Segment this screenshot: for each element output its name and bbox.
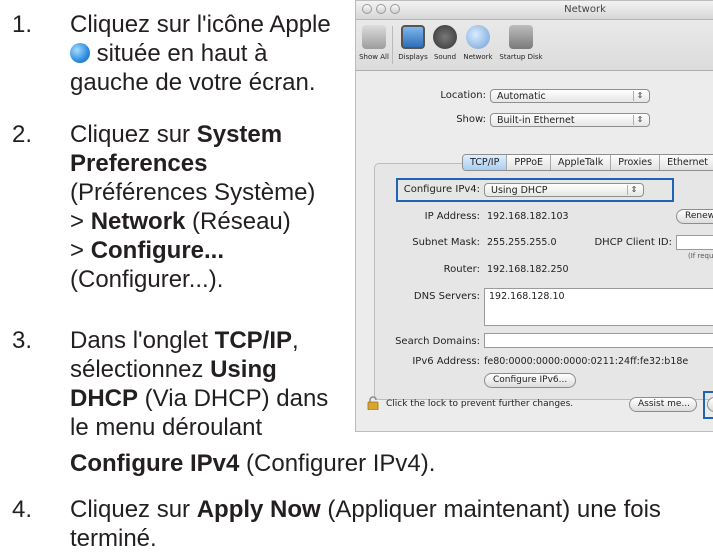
step-3-continued: Configure IPv4 (Configurer IPv4). bbox=[70, 449, 435, 478]
window-title: Network bbox=[564, 4, 606, 15]
step-text: Cliquez sur l'icône Apple bbox=[70, 11, 331, 38]
tab-bar: TCP/IP PPPoE AppleTalk Proxies Ethernet bbox=[462, 154, 713, 171]
step-text: (Préférences Système) bbox=[70, 179, 316, 206]
router-label: Router: bbox=[443, 264, 480, 275]
step-number: 4. bbox=[12, 496, 33, 523]
network-button[interactable]: Network bbox=[460, 25, 496, 61]
configure-ipv4-value: Using DHCP bbox=[491, 185, 548, 196]
step-text: le menu déroulant bbox=[70, 414, 263, 441]
configure-ipv4-label: Configure IPv4: bbox=[403, 184, 480, 195]
step-text: (Configurer...). bbox=[70, 266, 224, 293]
subnet-mask-value: 255.255.255.0 bbox=[487, 237, 557, 248]
tab-ethernet[interactable]: Ethernet bbox=[660, 155, 713, 170]
ip-address-value: 192.168.182.103 bbox=[487, 211, 569, 222]
step-text: (Appliquer maintenant) une fois bbox=[320, 496, 661, 523]
ipv6-address-label: IPv6 Address: bbox=[412, 356, 480, 367]
updown-arrows-icon: ⇕ bbox=[633, 115, 646, 125]
step-number: 1. bbox=[12, 11, 33, 38]
dhcp-client-id-label: DHCP Client ID: bbox=[594, 237, 672, 248]
tab-tcpip[interactable]: TCP/IP bbox=[463, 155, 508, 170]
show-value: Built-in Ethernet bbox=[497, 115, 575, 126]
step-number: 2. bbox=[12, 121, 33, 148]
disk-icon bbox=[509, 25, 533, 49]
location-value: Automatic bbox=[497, 91, 546, 102]
dns-servers-value: 192.168.128.10 bbox=[489, 291, 565, 302]
step-text: Cliquez sur bbox=[70, 121, 197, 148]
configure-ipv4-popup[interactable]: Using DHCP ⇕ bbox=[484, 183, 644, 197]
tab-appletalk[interactable]: AppleTalk bbox=[551, 155, 612, 170]
dhcp-client-id-hint: (If requi bbox=[688, 252, 713, 260]
updown-arrows-icon: ⇕ bbox=[627, 185, 640, 195]
dhcp-client-id-field[interactable] bbox=[676, 235, 713, 250]
step-text: terminé. bbox=[70, 525, 157, 552]
search-domains-field[interactable] bbox=[484, 333, 713, 348]
step-text: sélectionnez bbox=[70, 356, 211, 383]
assist-me-button[interactable]: Assist me... bbox=[629, 397, 697, 412]
subnet-mask-label: Subnet Mask: bbox=[412, 237, 480, 248]
toolbar-label: Displays bbox=[398, 53, 428, 61]
step-text: Dans l'onglet bbox=[70, 327, 215, 354]
step-emphasis: Configure IPv4 bbox=[70, 450, 240, 477]
show-popup[interactable]: Built-in Ethernet ⇕ bbox=[490, 113, 650, 127]
toolbar: Show All Displays Sound Network Startup … bbox=[356, 20, 713, 71]
tab-proxies[interactable]: Proxies bbox=[611, 155, 661, 170]
step-text: gauche de votre écran. bbox=[70, 69, 316, 96]
title-bar: Network bbox=[356, 1, 713, 20]
grid-icon bbox=[362, 25, 386, 49]
apple-icon bbox=[70, 43, 90, 63]
step-text: > bbox=[70, 208, 91, 235]
lock-text: Click the lock to prevent further change… bbox=[386, 399, 574, 409]
lock-icon[interactable] bbox=[366, 396, 380, 410]
tab-pppoe[interactable]: PPPoE bbox=[507, 155, 552, 170]
step-emphasis: Using bbox=[210, 356, 277, 383]
step-text: > bbox=[70, 237, 91, 264]
step-emphasis: TCP/IP bbox=[214, 327, 293, 354]
step-text: située en haut à bbox=[90, 40, 268, 67]
network-pane: Location: Automatic ⇕ Show: Built-in Eth… bbox=[356, 71, 713, 431]
show-all-button[interactable]: Show All bbox=[358, 25, 390, 61]
startup-disk-button[interactable]: Startup Disk bbox=[498, 25, 544, 61]
step-text: Cliquez sur bbox=[70, 496, 197, 523]
show-label: Show: bbox=[456, 114, 486, 125]
updown-arrows-icon: ⇕ bbox=[633, 91, 646, 101]
step-text: , bbox=[292, 327, 299, 354]
step-emphasis: System bbox=[196, 121, 283, 148]
displays-button[interactable]: Displays bbox=[396, 25, 430, 61]
location-popup[interactable]: Automatic ⇕ bbox=[490, 89, 650, 103]
step-emphasis: Preferences bbox=[70, 150, 208, 177]
toolbar-label: Startup Disk bbox=[499, 53, 543, 61]
router-value: 192.168.182.250 bbox=[487, 264, 569, 275]
step-emphasis: DHCP bbox=[70, 385, 139, 412]
toolbar-label: Sound bbox=[433, 53, 457, 61]
globe-icon bbox=[466, 25, 490, 49]
search-domains-label: Search Domains: bbox=[395, 336, 480, 347]
dns-servers-label: DNS Servers: bbox=[413, 291, 480, 302]
sound-button[interactable]: Sound bbox=[432, 25, 458, 61]
toolbar-label: Network bbox=[463, 53, 493, 61]
configure-ipv6-button[interactable]: Configure IPv6... bbox=[484, 373, 576, 388]
speaker-icon bbox=[433, 25, 457, 49]
step-text: (Via DHCP) dans bbox=[138, 385, 329, 412]
ipv6-address-value: fe80:0000:0000:0000:0211:24ff:fe32:b18e bbox=[484, 356, 689, 367]
step-text: (Réseau) bbox=[185, 208, 291, 235]
step-emphasis: Network bbox=[90, 208, 186, 235]
step-emphasis: Apply Now bbox=[196, 496, 321, 523]
dns-servers-field[interactable]: 192.168.128.10 bbox=[484, 288, 713, 326]
ip-address-label: IP Address: bbox=[424, 211, 480, 222]
step-text: (Configurer IPv4). bbox=[239, 450, 436, 477]
step-emphasis: Configure... bbox=[90, 237, 225, 264]
network-window: Network Show All Displays Sound Network … bbox=[355, 0, 713, 432]
step-number: 3. bbox=[12, 327, 33, 354]
toolbar-divider bbox=[392, 26, 393, 64]
renew-dhcp-button[interactable]: Renew D bbox=[676, 209, 713, 224]
display-icon bbox=[401, 25, 425, 49]
toolbar-label: Show All bbox=[359, 53, 389, 61]
location-label: Location: bbox=[440, 90, 486, 101]
